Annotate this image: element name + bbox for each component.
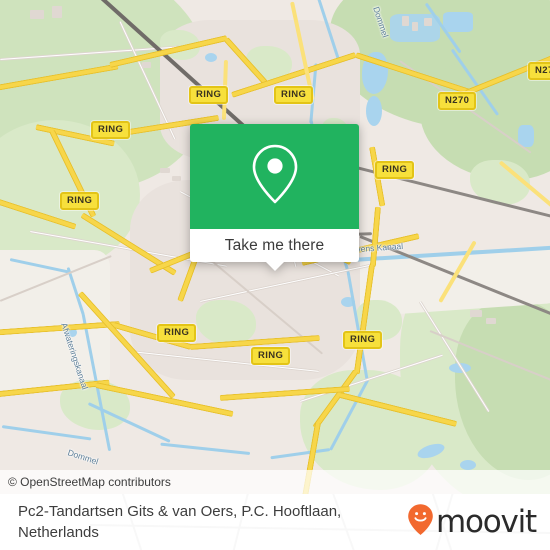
road-shield-ring-5: RING <box>157 324 197 342</box>
road-shield-ring-7: RING <box>343 331 383 349</box>
page-footer: Pc2-Tandartsen Gits & van Oers, P.C. Hoo… <box>0 494 550 550</box>
map-pin-icon <box>249 142 301 211</box>
callout-footer[interactable]: Take me there <box>190 229 359 271</box>
road-shield-ring-1: RING <box>274 86 314 104</box>
callout-tail <box>264 261 285 271</box>
road-shield-ring-0: RING <box>189 86 229 104</box>
road-shield-ring-4: RING <box>375 161 415 179</box>
road-shield-n270-8: N270 <box>438 92 477 110</box>
water-body <box>366 96 382 126</box>
moovit-place-card: RING RING RING RING RING RING RING RING N270 N270… <box>0 0 550 550</box>
water-body <box>205 53 217 62</box>
moovit-wordmark: moovit <box>435 503 537 540</box>
river-dommel <box>160 442 251 455</box>
road-shield-ring-6: RING <box>251 347 291 365</box>
moovit-smiling-pin-icon <box>407 503 434 541</box>
road-shield-ring-3: RING <box>60 192 100 210</box>
road-shield-n270-9: N270 <box>528 62 550 80</box>
river <box>1 425 92 441</box>
water-body <box>460 460 476 470</box>
take-me-there-button[interactable]: Take me there <box>225 237 325 255</box>
place-callout-card[interactable]: Take me there <box>190 124 359 271</box>
road-shield-ring-2: RING <box>91 121 131 139</box>
water-body <box>443 12 473 32</box>
callout-header <box>190 124 359 229</box>
moovit-logo[interactable]: moovit <box>407 503 537 541</box>
place-name: Pc2-Tandartsen Gits & van Oers, P.C. Hoo… <box>18 503 342 541</box>
map-attribution[interactable]: © OpenStreetMap contributors <box>0 470 550 494</box>
